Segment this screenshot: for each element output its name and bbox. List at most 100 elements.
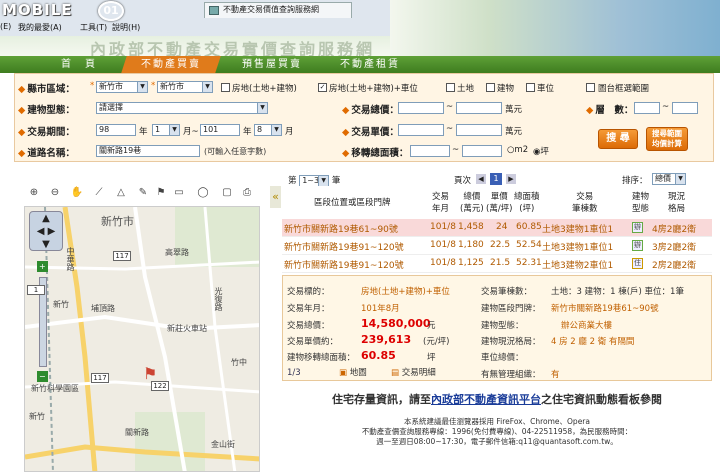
month-suffix: 月 bbox=[285, 127, 294, 137]
table-row[interactable]: 新竹市關新路19巷61~90號 101/8 1,458 24 60.85 土地3… bbox=[282, 219, 712, 237]
total-price-max-input[interactable] bbox=[456, 102, 502, 114]
unit-price-value: 239,613 bbox=[361, 333, 412, 346]
option-land-building-checkbox[interactable] bbox=[221, 83, 230, 92]
nav-sale[interactable]: 不動產買賣 bbox=[121, 56, 221, 73]
area-unit-ping-radio[interactable]: ◉坪 bbox=[533, 145, 549, 157]
menu-tools[interactable]: 工具(T) bbox=[80, 22, 107, 33]
menu-edit[interactable]: (E) bbox=[0, 22, 11, 31]
nav-rental[interactable]: 不動產租賃 bbox=[323, 56, 417, 73]
select-circle-icon[interactable]: ◯ bbox=[196, 186, 210, 200]
marker-icon[interactable]: ✎ bbox=[136, 186, 150, 200]
measure-icon[interactable]: ⟋ bbox=[92, 186, 106, 200]
location-marker-icon[interactable]: ⚑ bbox=[143, 365, 157, 383]
nav-presale[interactable]: 預售屋買賣 bbox=[223, 56, 321, 73]
map-label: 高翠路 bbox=[165, 248, 189, 257]
period-label: ◆ 交易期間： bbox=[18, 127, 75, 138]
zoom-out-icon[interactable]: ⊖ bbox=[48, 186, 62, 200]
watermark-badge: 01 bbox=[98, 1, 124, 21]
col-date: 交易 年月 bbox=[432, 192, 450, 214]
period-from-year-input[interactable]: 98 bbox=[96, 124, 136, 136]
print-icon[interactable]: ⎙ bbox=[240, 186, 254, 200]
document-icon: ▤ bbox=[391, 368, 400, 378]
page-number[interactable]: 1 bbox=[490, 173, 502, 185]
office-type-icon: 辦 bbox=[632, 222, 643, 233]
col-type: 建物 型態 bbox=[632, 192, 650, 214]
area-unit-m2-radio[interactable]: ○m2 bbox=[507, 145, 528, 155]
average-calc-button[interactable]: 搜尋範圍 均價計算 bbox=[646, 127, 688, 151]
sort-label: 排序： bbox=[622, 176, 648, 186]
county-select[interactable]: 新竹市 ▼ bbox=[96, 81, 148, 93]
zoom-in-icon[interactable]: ⊕ bbox=[27, 186, 41, 200]
district-select[interactable]: 新竹市 ▼ bbox=[157, 81, 213, 93]
map-view[interactable]: ▲ ◀ ▶ ▼ + − 新竹市 中華路 高翠路 新竹 埔頂路 光復路 新莊火車站 竹… bbox=[24, 206, 260, 472]
unit-price-min-input[interactable] bbox=[398, 124, 444, 136]
total-price-label: ◆ 交易總價： bbox=[342, 105, 399, 116]
detail-link[interactable]: ▤ 交易明細 bbox=[391, 366, 436, 378]
option-land-building-parking-checkbox[interactable]: ✓ bbox=[318, 83, 327, 92]
select-rect-icon[interactable]: ▭ bbox=[172, 186, 186, 200]
map-label: 金山街 bbox=[211, 440, 235, 449]
nav-home[interactable]: 首 頁 bbox=[37, 56, 121, 73]
map-zoom-out-button[interactable]: − bbox=[37, 371, 48, 382]
map-label: 新竹市 bbox=[101, 215, 134, 228]
search-button[interactable]: 搜 尋 bbox=[598, 129, 638, 149]
road-input[interactable]: 關新路19巷 bbox=[96, 145, 200, 157]
page-range-label: 第 1~3 ▼ 筆 bbox=[288, 174, 341, 187]
pin-icon[interactable]: ⚑ bbox=[154, 186, 168, 200]
building-type-label: ◆ 建物型態： bbox=[18, 105, 75, 116]
next-page-icon[interactable]: ▶ bbox=[506, 174, 516, 184]
map-label: 中華路 bbox=[66, 247, 75, 271]
platform-link[interactable]: 內政部不動產資訊平台 bbox=[431, 393, 541, 406]
area-min-input[interactable] bbox=[410, 145, 450, 157]
option-parking-checkbox[interactable] bbox=[526, 83, 535, 92]
option-land-checkbox[interactable] bbox=[446, 83, 455, 92]
footer-line: 週一至週日08:00~17:30，電子郵件信箱:q11@quantasoft.c… bbox=[376, 437, 618, 446]
floor-min-input[interactable] bbox=[634, 102, 660, 114]
map-link[interactable]: ▣ 地圖 bbox=[339, 366, 367, 378]
map-pan-control[interactable]: ▲ ◀ ▶ ▼ bbox=[29, 211, 63, 251]
pan-hand-icon[interactable]: ✋ bbox=[70, 186, 84, 200]
menu-help[interactable]: 說明(H) bbox=[112, 22, 140, 33]
road-hint: (可輸入任意字數) bbox=[204, 147, 267, 156]
col-area: 總面積 (坪) bbox=[514, 192, 540, 214]
sort-select[interactable]: 總價 ▼ bbox=[652, 173, 686, 185]
building-type-select[interactable]: 請選擇 ▼ bbox=[96, 102, 268, 114]
period-to-month-select[interactable]: 8 ▼ bbox=[254, 124, 282, 136]
total-price-min-input[interactable] bbox=[398, 102, 444, 114]
detail-pagination: 1/3 bbox=[287, 368, 301, 378]
route-shield: 117 bbox=[113, 251, 131, 261]
chevron-down-icon: ▼ bbox=[318, 175, 329, 186]
map-label: 新竹 bbox=[29, 412, 45, 421]
area-label: ◆ 移轉總面積： bbox=[342, 148, 409, 159]
clear-icon[interactable]: ▢ bbox=[220, 186, 234, 200]
table-row[interactable]: 新竹市關新路19巷91~120號 101/8 1,125 21.5 52.31 … bbox=[282, 255, 712, 273]
collapse-panel-icon[interactable]: « bbox=[270, 186, 281, 208]
map-label: 關新路 bbox=[125, 428, 149, 437]
map-select-checkbox[interactable] bbox=[586, 83, 595, 92]
map-label: 竹中 bbox=[231, 358, 247, 367]
option-building-checkbox[interactable] bbox=[486, 83, 495, 92]
col-total: 總價 (萬元) bbox=[460, 192, 484, 214]
option-parking-label: 車位 bbox=[537, 84, 555, 94]
total-price-unit: 萬元 bbox=[505, 105, 523, 115]
floor-max-input[interactable] bbox=[672, 102, 698, 114]
unit-price-max-input[interactable] bbox=[456, 124, 502, 136]
route-shield: 117 bbox=[91, 373, 109, 383]
skyline-image bbox=[390, 0, 720, 56]
prev-page-icon[interactable]: ◀ bbox=[476, 174, 486, 184]
map-zoom-in-button[interactable]: + bbox=[37, 261, 48, 272]
menu-favorites[interactable]: 我的最愛(A) bbox=[18, 22, 62, 33]
page-range-select[interactable]: 1~3 ▼ bbox=[299, 174, 330, 187]
option-land-label: 土地 bbox=[457, 84, 475, 94]
road-label: ◆ 道路名稱： bbox=[18, 148, 75, 159]
range-sep: ~ bbox=[446, 124, 454, 134]
period-from-month-select[interactable]: 1 ▼ bbox=[152, 124, 180, 136]
unit-price-unit: 萬元 bbox=[505, 127, 523, 137]
table-row[interactable]: 新竹市關新路19巷91~120號 101/8 1,180 22.5 52.54 … bbox=[282, 237, 712, 255]
period-to-year-input[interactable]: 101 bbox=[200, 124, 240, 136]
chevron-down-icon: ▼ bbox=[271, 125, 281, 135]
browser-tab-active[interactable]: 不動產交易價值查詢服務網 bbox=[204, 2, 352, 18]
area-measure-icon[interactable]: △ bbox=[114, 186, 128, 200]
floor-label: ◆ 層 數： bbox=[586, 105, 634, 116]
area-max-input[interactable] bbox=[462, 145, 502, 157]
